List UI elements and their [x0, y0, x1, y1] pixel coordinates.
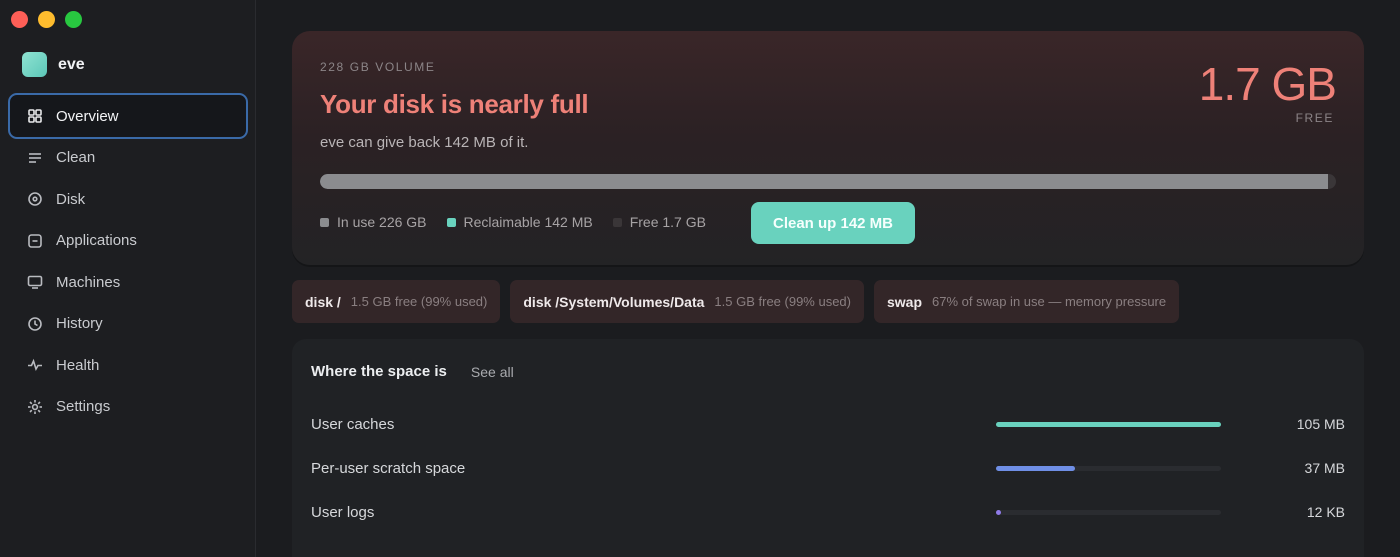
see-all-link[interactable]: See all: [471, 364, 514, 380]
monitor-icon: [26, 274, 43, 291]
zoom-window-button[interactable]: [65, 11, 82, 28]
pulse-icon: [26, 357, 43, 374]
disk-usage-fill: [320, 174, 1328, 189]
app-name: eve: [58, 55, 85, 73]
sidebar-nav: Overview Clean Disk Applications Machine…: [8, 93, 248, 425]
sidebar-item-settings[interactable]: Settings: [8, 384, 248, 430]
space-title: Where the space is: [311, 363, 447, 380]
close-window-button[interactable]: [11, 11, 28, 28]
minimize-window-button[interactable]: [38, 11, 55, 28]
disk-warning-subtitle: eve can give back 142 MB of it.: [320, 134, 529, 151]
alert-chips: disk / 1.5 GB free (99% used) disk /Syst…: [292, 280, 1180, 323]
space-row[interactable]: User caches 105 MB: [311, 414, 1345, 434]
app-icon: [26, 232, 43, 249]
space-row-bar: [996, 421, 1221, 427]
alert-chip-disk-data[interactable]: disk /System/Volumes/Data 1.5 GB free (9…: [510, 280, 864, 323]
space-row-bar: [996, 465, 1221, 471]
space-row-bar: [996, 509, 1221, 515]
sidebar-item-disk[interactable]: Disk: [8, 176, 248, 222]
free-space-label: FREE: [1295, 111, 1334, 125]
space-header: Where the space is See all: [311, 363, 514, 380]
space-row-bar-fill: [996, 465, 1075, 471]
space-row[interactable]: Per-user scratch space 37 MB: [311, 458, 1345, 478]
sidebar-item-label: History: [56, 315, 103, 332]
alert-chip-disk-root[interactable]: disk / 1.5 GB free (99% used): [292, 280, 501, 323]
clean-up-button[interactable]: Clean up 142 MB: [751, 202, 915, 244]
legend-swatch: [320, 217, 329, 227]
grid-icon: [26, 108, 43, 125]
gear-icon: [26, 398, 43, 415]
alert-detail: 1.5 GB free (99% used): [350, 294, 488, 309]
space-row-bar-fill: [996, 421, 1221, 427]
lines-icon: [26, 149, 43, 166]
alert-chip-swap[interactable]: swap 67% of swap in use — memory pressur…: [874, 280, 1180, 323]
sidebar-item-label: Overview: [56, 107, 119, 125]
free-space-value: 1.7 GB: [1198, 58, 1337, 110]
sidebar-item-health[interactable]: Health: [8, 342, 248, 388]
alert-title: disk /System/Volumes/Data: [523, 293, 705, 310]
alert-title: swap: [887, 293, 923, 310]
app-logo-icon: [22, 52, 47, 77]
sidebar: eve Overview Clean Disk Applications Mac…: [0, 0, 256, 557]
sidebar-item-history[interactable]: History: [8, 301, 248, 347]
sidebar-item-machines[interactable]: Machines: [8, 259, 248, 305]
space-row-size: 105 MB: [1296, 416, 1345, 432]
space-row-size: 37 MB: [1304, 460, 1345, 476]
space-row[interactable]: User logs 12 KB: [311, 502, 1345, 522]
sidebar-item-label: Disk: [56, 190, 86, 208]
legend-label: In use 226 GB: [337, 214, 427, 230]
sidebar-item-label: Machines: [56, 273, 121, 291]
space-row-bar-fill: [996, 509, 1001, 515]
sidebar-item-label: Health: [56, 356, 100, 374]
space-row-size: 12 KB: [1306, 504, 1345, 520]
alert-detail: 67% of swap in use — memory pressure: [932, 294, 1167, 309]
window-controls: [11, 11, 82, 28]
legend-in-use: In use 226 GB: [320, 214, 427, 230]
disk-icon: [26, 191, 43, 208]
disk-usage-bar: [320, 174, 1336, 189]
alert-title: disk /: [305, 293, 341, 310]
alert-detail: 1.5 GB free (99% used): [714, 294, 851, 309]
app-brand: eve: [22, 52, 85, 77]
disk-warning-title: Your disk is nearly full: [320, 89, 589, 119]
disk-status-card: 228 GB VOLUME Your disk is nearly full e…: [292, 31, 1364, 265]
legend-swatch: [612, 217, 622, 227]
sidebar-item-overview[interactable]: Overview: [8, 93, 248, 139]
clock-icon: [26, 315, 43, 332]
usage-legend: In use 226 GB Reclaimable 142 MB Free 1.…: [320, 214, 706, 230]
legend-label: Reclaimable 142 MB: [463, 214, 593, 230]
volume-label: 228 GB VOLUME: [320, 60, 436, 74]
legend-swatch: [446, 217, 456, 227]
sidebar-item-clean[interactable]: Clean: [8, 135, 248, 181]
sidebar-item-label: Settings: [56, 398, 111, 415]
sidebar-item-label: Clean: [56, 149, 96, 166]
sidebar-item-applications[interactable]: Applications: [8, 218, 248, 264]
legend-reclaimable: Reclaimable 142 MB: [446, 214, 593, 230]
legend-free: Free 1.7 GB: [612, 214, 706, 230]
legend-label: Free 1.7 GB: [629, 214, 706, 230]
sidebar-item-label: Applications: [56, 232, 137, 249]
space-breakdown-card: Where the space is See all User caches 1…: [292, 339, 1364, 557]
